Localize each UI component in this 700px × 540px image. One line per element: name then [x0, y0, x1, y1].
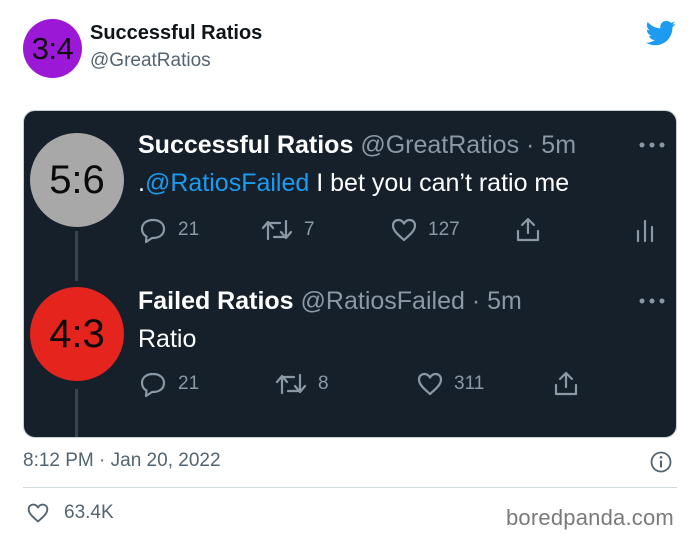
twitter-bird-icon[interactable]: [644, 18, 678, 48]
share-button[interactable]: [552, 371, 580, 397]
avatar[interactable]: 4:3: [30, 287, 124, 381]
tweet-text: Ratio: [138, 325, 197, 353]
retweet-button[interactable]: 7: [260, 217, 315, 243]
reply-button[interactable]: 21: [138, 217, 199, 243]
like-button[interactable]: 127: [390, 217, 460, 243]
mention-link[interactable]: @RatiosFailed: [145, 169, 309, 197]
more-options-icon[interactable]: [638, 297, 666, 305]
tweet-text: .@RatiosFailed I bet you can’t ratio me: [138, 169, 569, 198]
retweet-count: 8: [318, 373, 329, 394]
tweet-header: 3:4 Successful Ratios @GreatRatios: [0, 0, 700, 100]
like-button[interactable]: 63.4K: [26, 502, 114, 524]
like-button[interactable]: 311: [416, 371, 484, 397]
analytics-icon: [636, 219, 654, 243]
info-icon[interactable]: [650, 451, 672, 473]
share-button[interactable]: [514, 217, 542, 243]
reply-icon: [140, 372, 166, 397]
tweet-text-prefix: .: [138, 169, 145, 197]
avatar[interactable]: 5:6: [30, 133, 124, 227]
heart-icon: [417, 372, 443, 396]
author-name[interactable]: Failed Ratios: [138, 287, 294, 315]
author-name[interactable]: Successful Ratios: [90, 22, 262, 45]
avatar[interactable]: 3:4: [23, 19, 82, 78]
author-meta: @RatiosFailed · 5m: [300, 287, 522, 315]
analytics-button[interactable]: [634, 217, 656, 243]
tweet-header: Successful Ratios @GreatRatios · 5m: [138, 131, 576, 160]
author-meta: @GreatRatios · 5m: [360, 131, 577, 159]
author-name[interactable]: Successful Ratios: [138, 131, 353, 159]
reply-button[interactable]: 21: [138, 371, 199, 397]
tweet-header: Failed Ratios @RatiosFailed · 5m: [138, 287, 522, 316]
like-count: 127: [428, 219, 460, 240]
divider: [23, 487, 677, 488]
thread-line: [75, 389, 78, 437]
retweet-count: 7: [304, 219, 315, 240]
share-icon: [554, 371, 578, 396]
reply-count: 21: [178, 373, 200, 394]
share-icon: [516, 217, 540, 242]
retweet-icon: [261, 219, 293, 241]
reply-count: 21: [178, 219, 200, 240]
author-handle[interactable]: @GreatRatios: [90, 50, 211, 72]
retweet-button[interactable]: 8: [274, 371, 329, 397]
thread-line: [75, 231, 78, 281]
retweet-icon: [275, 373, 307, 395]
watermark: boredpanda.com: [506, 505, 674, 530]
tweet-timestamp[interactable]: 8:12 PM · Jan 20, 2022: [23, 450, 221, 472]
more-options-icon[interactable]: [638, 141, 666, 149]
tweet-text-rest: I bet you can’t ratio me: [309, 169, 570, 197]
heart-icon: [391, 218, 417, 242]
embedded-thread-image: 5:6 Successful Ratios @GreatRatios · 5m …: [23, 110, 677, 438]
like-count: 63.4K: [64, 502, 114, 523]
like-count: 311: [454, 373, 485, 394]
heart-icon: [27, 503, 49, 523]
reply-icon: [140, 218, 166, 243]
